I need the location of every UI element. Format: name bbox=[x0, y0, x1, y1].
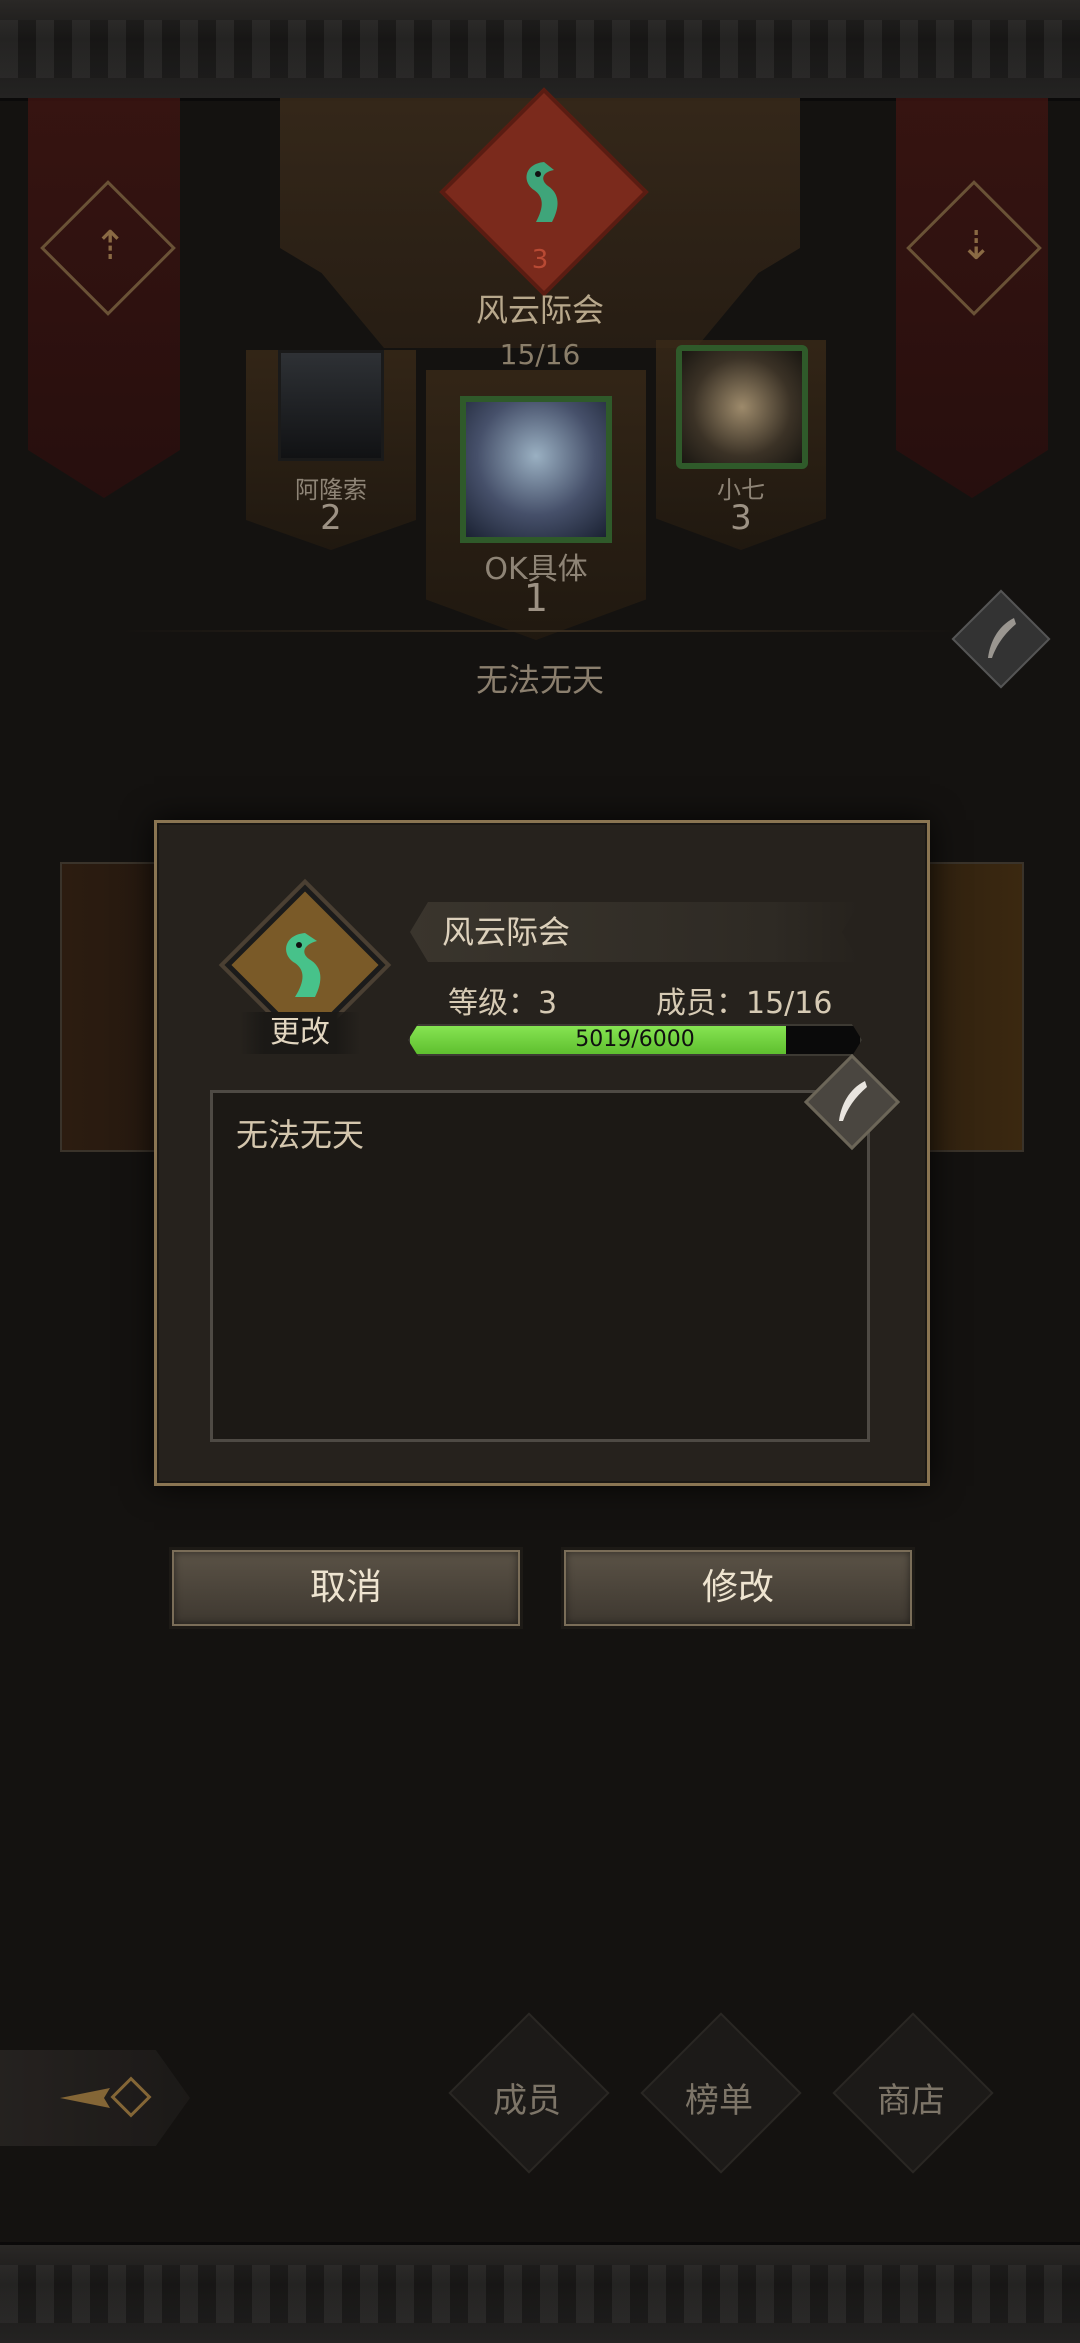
divider bbox=[120, 630, 960, 632]
top-ornament-frame bbox=[0, 0, 1080, 101]
back-arrow-icon bbox=[60, 2076, 152, 2118]
guild-level-text: 等级：3 bbox=[448, 986, 558, 1021]
podium-rank: 2 bbox=[320, 498, 342, 538]
avatar[interactable] bbox=[676, 345, 808, 469]
podium-rank: 1 bbox=[523, 576, 549, 620]
guild-emblem[interactable] bbox=[224, 884, 386, 1046]
snake-icon bbox=[286, 933, 321, 997]
avatar[interactable] bbox=[460, 396, 612, 543]
snake-icon bbox=[526, 162, 558, 222]
guild-name: 风云际会 bbox=[475, 291, 604, 329]
tab-ranking[interactable]: 榜单 bbox=[644, 2068, 794, 2134]
podium-rank: 3 bbox=[730, 498, 752, 538]
avatar[interactable] bbox=[278, 350, 384, 461]
motto-text: 无法无天 bbox=[236, 1116, 365, 1154]
xp-text: 5019/6000 bbox=[575, 1027, 695, 1052]
guild-member-count: 15/16 bbox=[499, 338, 581, 371]
change-emblem-button[interactable]: 更改 bbox=[240, 1012, 360, 1054]
guild-level-badge: 3 bbox=[531, 245, 549, 275]
guild-motto-background: 无法无天 bbox=[475, 661, 604, 699]
tab-members[interactable]: 成员 bbox=[452, 2068, 602, 2134]
back-button[interactable] bbox=[0, 2050, 190, 2146]
guild-name-field[interactable]: 风云际会 bbox=[410, 902, 860, 962]
bottom-ornament-frame bbox=[0, 2242, 1080, 2343]
tab-shop[interactable]: 商店 bbox=[836, 2068, 986, 2134]
cancel-button[interactable]: 取消 bbox=[172, 1550, 520, 1626]
guild-members-text: 成员：15/16 bbox=[656, 986, 833, 1021]
guild-xp-bar: 5019/6000 bbox=[408, 1024, 862, 1056]
modify-button[interactable]: 修改 bbox=[564, 1550, 912, 1626]
